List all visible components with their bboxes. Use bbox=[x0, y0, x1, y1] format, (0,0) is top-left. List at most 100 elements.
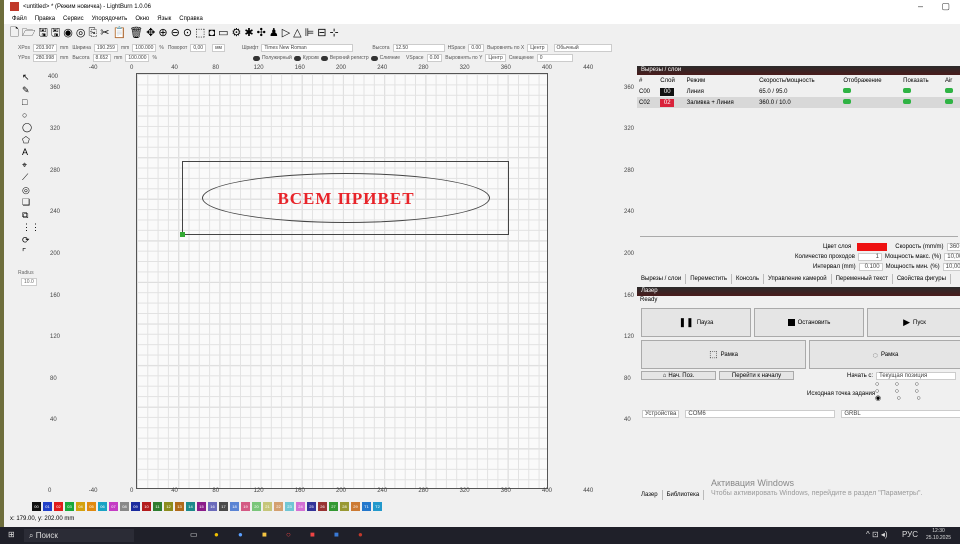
font-select[interactable]: Times New Roman bbox=[261, 44, 354, 52]
max-power-field[interactable]: 10,00 bbox=[944, 253, 960, 261]
layer-toggle-cell[interactable] bbox=[943, 86, 960, 97]
lightburn-taskbar-icon[interactable]: ● bbox=[358, 530, 363, 539]
center-icon[interactable]: ⊹ bbox=[329, 26, 338, 40]
canvas-area[interactable]: ВСЕМ ПРИВЕТ 400 0 -40 -40 0 0 40 40 80 80 120 120… bbox=[44, 64, 636, 496]
palette-swatch[interactable]: 22 bbox=[274, 502, 283, 511]
stop-button[interactable]: Остановить bbox=[754, 308, 864, 337]
toggle-icon[interactable] bbox=[903, 99, 912, 104]
layer-mode[interactable]: Линия bbox=[685, 86, 757, 97]
palette-swatch[interactable]: T2 bbox=[373, 502, 382, 511]
ypos-field[interactable]: 280.998 bbox=[32, 54, 58, 62]
pen-icon[interactable]: ✎ bbox=[22, 85, 30, 95]
offset-field[interactable]: 0 bbox=[536, 54, 573, 62]
toggle-icon[interactable] bbox=[843, 99, 852, 104]
layer-color-cell[interactable]: 02 bbox=[658, 97, 684, 108]
taskbar-search[interactable]: ⌕ Поиск bbox=[24, 529, 134, 542]
corner-icon[interactable]: ⌜ bbox=[22, 247, 26, 257]
cursor-icon[interactable]: ↖ bbox=[22, 72, 30, 82]
zoom-in-icon[interactable]: ⊕ bbox=[158, 26, 167, 40]
speed-field[interactable]: 360 bbox=[946, 243, 960, 251]
layer-color-cell[interactable]: 00 bbox=[658, 86, 684, 97]
circle-array-icon[interactable]: ⟳ bbox=[22, 235, 30, 245]
align-left-icon[interactable]: ⊫ bbox=[305, 26, 315, 40]
palette-swatch[interactable]: 17 bbox=[219, 502, 228, 511]
layer-row[interactable]: C00 00 Линия 65.0 / 95.0 bbox=[637, 86, 960, 97]
scale-height-field[interactable]: 100.000 bbox=[125, 54, 150, 62]
controller-select[interactable]: GRBL bbox=[841, 410, 960, 418]
palette-swatch[interactable]: 18 bbox=[230, 502, 239, 511]
toggle-icon[interactable] bbox=[843, 88, 852, 93]
chrome-icon[interactable]: ● bbox=[238, 530, 243, 539]
start-button-icon[interactable]: ⊞ bbox=[8, 530, 15, 539]
palette-swatch[interactable]: 23 bbox=[285, 502, 294, 511]
menu-item-4[interactable]: Окно bbox=[135, 16, 149, 22]
start-button[interactable]: ▶ Пуск bbox=[867, 308, 960, 337]
layer-row[interactable]: C02 02 Заливка + Линия 360.0 / 10.0 bbox=[637, 97, 960, 108]
opera-icon[interactable]: ○ bbox=[286, 530, 291, 539]
export-icon[interactable]: ◎ bbox=[76, 26, 86, 40]
tray-icons[interactable]: ^ ⊡ ◂) bbox=[866, 530, 888, 539]
rectangle-icon[interactable]: □ bbox=[22, 97, 27, 107]
paste-icon[interactable]: 📋 bbox=[113, 26, 127, 40]
text-icon[interactable]: ⊟ bbox=[317, 26, 326, 40]
layer-color-swatch[interactable] bbox=[857, 243, 888, 251]
language-indicator[interactable]: РУС bbox=[902, 530, 918, 539]
menu-item-0[interactable]: Файл bbox=[12, 16, 27, 22]
menu-item-3[interactable]: Упорядочить bbox=[92, 16, 128, 22]
settings-icon[interactable]: ⚙ bbox=[232, 26, 242, 40]
triangle-icon[interactable]: △ bbox=[293, 26, 301, 40]
palette-swatch[interactable]: 21 bbox=[263, 502, 272, 511]
word-icon[interactable]: ■ bbox=[334, 530, 339, 539]
tab-3[interactable]: Управление камерой bbox=[764, 274, 832, 284]
text-tool-icon[interactable]: A bbox=[22, 147, 28, 157]
move-icon[interactable]: ✥ bbox=[146, 26, 155, 40]
palette-swatch[interactable]: 19 bbox=[241, 502, 250, 511]
align-y-select[interactable]: Центр bbox=[485, 54, 506, 62]
save-icon[interactable]: 🖫 bbox=[39, 26, 48, 40]
tools-icon[interactable]: ✱ bbox=[244, 26, 253, 40]
user-icon[interactable]: ♟ bbox=[269, 26, 279, 40]
menu-item-5[interactable]: Язык bbox=[157, 16, 171, 22]
xpos-field[interactable]: 203.907 bbox=[32, 44, 58, 52]
weld-icon[interactable]: ❏ bbox=[22, 197, 30, 207]
circle-icon[interactable]: ○ bbox=[22, 110, 27, 120]
tab-4[interactable]: Переменный текст bbox=[832, 274, 893, 284]
zoom-out-icon[interactable]: ⊖ bbox=[171, 26, 180, 40]
minimize-button[interactable]: – bbox=[918, 1, 923, 11]
palette-swatch[interactable]: 03 bbox=[65, 502, 74, 511]
layer-toggle-cell[interactable] bbox=[901, 97, 943, 108]
layer-toggle-cell[interactable] bbox=[943, 97, 960, 108]
menu-item-2[interactable]: Сервис bbox=[63, 16, 84, 22]
layer-toggle-cell[interactable] bbox=[901, 86, 943, 97]
palette-swatch[interactable]: T1 bbox=[362, 502, 371, 511]
tab-1[interactable]: Переместить bbox=[686, 274, 732, 284]
measure-icon[interactable]: ⟋ bbox=[22, 172, 28, 182]
rotate-unit-button[interactable]: мм bbox=[212, 44, 225, 52]
selection-handle[interactable] bbox=[180, 232, 185, 237]
hspace-field[interactable]: 0.00 bbox=[468, 44, 485, 52]
select-frame-icon[interactable]: ⬚ bbox=[195, 26, 205, 40]
palette-swatch[interactable]: 28 bbox=[340, 502, 349, 511]
style-select[interactable]: Обычный bbox=[553, 44, 612, 52]
cut-icon[interactable]: ✂ bbox=[100, 26, 109, 40]
palette-swatch[interactable]: 06 bbox=[98, 502, 107, 511]
scale-width-field[interactable]: 100.000 bbox=[132, 44, 157, 52]
bottom-tab-1[interactable]: Библиотека bbox=[663, 490, 705, 500]
grid-array-icon[interactable]: ⋮⋮ bbox=[22, 222, 40, 232]
zoom-fit-icon[interactable]: ⊙ bbox=[183, 26, 192, 40]
palette-swatch[interactable]: 29 bbox=[351, 502, 360, 511]
palette-swatch[interactable]: 05 bbox=[87, 502, 96, 511]
layer-toggle-cell[interactable] bbox=[841, 97, 901, 108]
pause-button[interactable]: ❚❚ Пауза bbox=[641, 308, 751, 337]
import-icon[interactable]: ◉ bbox=[63, 26, 73, 40]
align-x-select[interactable]: Центр bbox=[527, 44, 548, 52]
palette-swatch[interactable]: 14 bbox=[186, 502, 195, 511]
palette-swatch[interactable]: 15 bbox=[197, 502, 206, 511]
start-from-select[interactable]: Текущая позиция bbox=[876, 372, 957, 380]
layer-toggle-cell[interactable] bbox=[841, 86, 901, 97]
frame-circle-button[interactable]: ◌ Рамка bbox=[809, 340, 960, 369]
uppercase-toggle-icon[interactable] bbox=[320, 55, 328, 61]
rotate-field[interactable]: 0,00 bbox=[190, 44, 207, 52]
task-view-icon[interactable]: ▭ bbox=[190, 530, 198, 539]
toggle-icon[interactable] bbox=[944, 88, 953, 93]
